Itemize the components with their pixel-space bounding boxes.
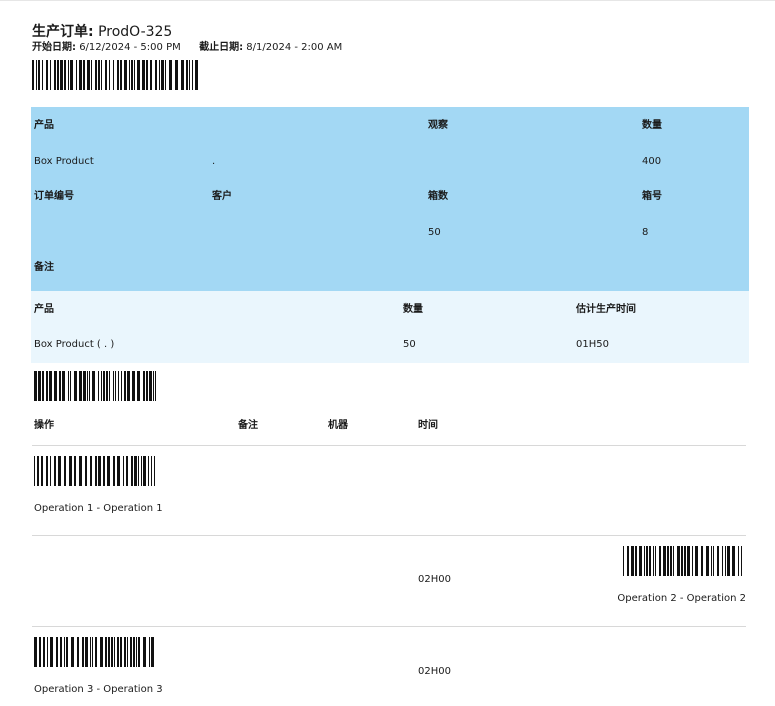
operations-header-operation: 操作 (34, 420, 54, 431)
box-count-label: 箱数 (428, 191, 448, 202)
deadline-value: 8/1/2024 - 2:00 AM (246, 42, 343, 53)
notes-label: 备注 (34, 262, 54, 273)
items-header-quantity: 数量 (403, 304, 423, 315)
order-title-value: ProdO-325 (98, 24, 173, 40)
operation-3-barcode (34, 637, 156, 667)
operation-2-time: 02H00 (418, 574, 451, 585)
items-table (31, 291, 749, 363)
box-count-value: 50 (428, 227, 441, 238)
items-row-quantity: 50 (403, 339, 416, 350)
order-barcode (32, 60, 198, 90)
order-title-label: 生产订单: (32, 24, 94, 40)
operations-header-divider (32, 445, 746, 446)
product-dot-value: . (212, 156, 216, 167)
item-barcode (34, 371, 156, 401)
operation-1-name: Operation 1 - Operation 1 (34, 503, 163, 514)
order-number-label: 订单编号 (34, 191, 74, 202)
observation-label: 观察 (428, 120, 448, 131)
operations-header-notes: 备注 (238, 420, 258, 431)
order-title: 生产订单: ProdO-325 (32, 24, 342, 41)
operation-1-barcode (34, 456, 156, 486)
quantity-value: 400 (642, 156, 662, 167)
operations-header-machine: 机器 (328, 420, 348, 431)
customer-label: 客户 (212, 191, 232, 202)
deadline-label: 截止日期: (199, 42, 244, 53)
start-date-label: 开始日期: (32, 42, 76, 53)
items-row-product: Box Product ( . ) (34, 339, 115, 350)
operation-2-barcode (623, 546, 745, 576)
product-label: 产品 (34, 120, 54, 131)
order-dates: 开始日期: 6/12/2024 - 5:00 PM 截止日期: 8/1/2024… (32, 41, 342, 54)
product-value: Box Product (34, 156, 94, 167)
items-row-time: 01H50 (576, 339, 609, 350)
operation-3-time: 02H00 (418, 666, 451, 677)
operation-divider (32, 626, 746, 627)
order-header: 生产订单: ProdO-325 开始日期: 6/12/2024 - 5:00 P… (32, 24, 342, 54)
box-number-label: 箱号 (642, 191, 662, 202)
start-date-value: 6/12/2024 - 5:00 PM (79, 42, 181, 53)
operation-2-name: Operation 2 - Operation 2 (617, 593, 746, 604)
items-header-estimated-time: 估计生产时间 (576, 304, 636, 315)
quantity-label: 数量 (642, 120, 662, 131)
top-divider (0, 0, 775, 1)
operation-divider (32, 535, 746, 536)
operation-3-name: Operation 3 - Operation 3 (34, 684, 163, 695)
items-header-product: 产品 (34, 304, 54, 315)
operations-header-time: 时间 (418, 420, 438, 431)
box-number-value: 8 (642, 227, 649, 238)
